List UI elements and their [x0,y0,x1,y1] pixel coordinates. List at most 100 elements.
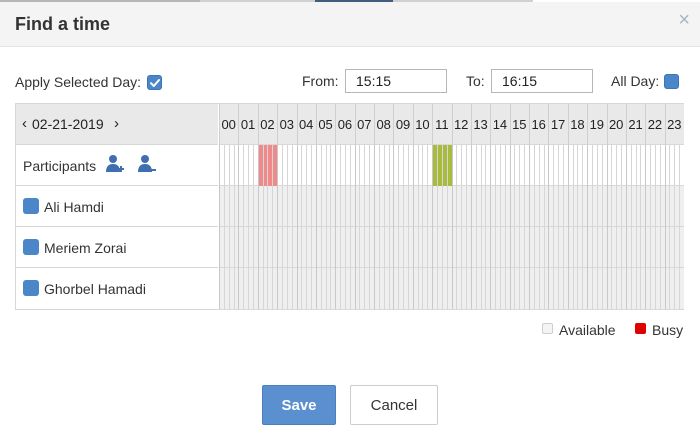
time-slot-divider [572,268,574,309]
apply-selected-day-checkbox[interactable] [147,75,162,90]
time-slot-divider [446,227,448,268]
time-slot-divider [519,145,521,186]
prev-day-button[interactable]: ‹ [22,115,27,132]
time-slot-divider [407,186,409,227]
time-slot-divider [451,145,453,186]
time-slot-divider [499,186,501,227]
time-slot-divider [625,227,627,268]
time-slot-divider [669,186,671,227]
availability-row[interactable] [219,145,684,186]
time-slot-divider [674,145,676,186]
time-slot-divider [577,227,579,268]
time-slot-divider [659,227,661,268]
dialog-title: Find a time [15,14,111,34]
time-slot-divider [349,145,351,186]
dialog-header: Find a time × [0,2,700,47]
time-slot-divider [223,186,225,227]
time-slot-divider [233,227,235,268]
availability-row[interactable] [219,186,684,227]
time-slot-divider [591,145,593,186]
time-slot-divider [533,186,535,227]
time-slot-divider [470,227,472,268]
time-slot-divider [398,145,400,186]
time-slot-divider [558,186,560,227]
time-slot-divider [422,145,424,186]
time-slot-divider [456,145,458,186]
busy-swatch [635,323,646,334]
all-day-checkbox[interactable] [664,74,679,89]
time-slot-divider [262,268,264,309]
time-slot-divider [286,145,288,186]
time-slot-divider [669,227,671,268]
time-slot-divider [529,268,530,309]
from-time-input[interactable] [345,69,447,93]
time-slot-divider [301,145,303,186]
time-slot-divider [669,268,671,309]
participant-color-checkbox[interactable] [23,239,39,255]
time-slot-divider [311,268,313,309]
time-slot-divider [485,186,487,227]
to-time-input[interactable] [491,69,593,93]
time-slot-divider [621,227,623,268]
hour-label: 08 [376,117,391,132]
time-slot-divider [325,268,327,309]
time-slot-divider [291,268,293,309]
time-slot-divider [519,227,521,268]
time-slot-divider [456,268,458,309]
time-slot-divider [650,145,652,186]
available-label: Available [559,322,616,338]
time-slot-divider [616,186,618,227]
hour-label: 16 [531,117,546,132]
time-slot-divider [248,186,250,227]
time-slot-divider [422,227,424,268]
time-slot-divider [344,186,346,227]
participant-color-checkbox[interactable] [23,280,39,296]
time-slot-divider [344,268,346,309]
time-slot-divider [470,145,472,186]
time-slot-divider [441,145,443,186]
time-slot-divider [349,227,351,268]
time-slot-divider [572,186,574,227]
remove-participant-icon[interactable] [137,153,159,175]
time-slot-divider [451,227,453,268]
hour-label: 17 [550,117,566,132]
time-slot-divider [630,186,632,227]
time-slot-divider [645,186,647,227]
time-slot-divider [596,268,598,309]
time-slot-divider [543,227,545,268]
next-day-button[interactable]: › [114,115,119,132]
time-slot-divider [495,268,497,309]
time-slot-divider [335,227,337,268]
time-slot-divider [291,145,293,186]
time-slot-divider [374,186,375,227]
time-slot-divider [427,186,429,227]
time-slot-divider [611,268,613,309]
time-slot-divider [499,268,501,309]
hour-label: 19 [589,117,605,132]
time-slot-divider [306,186,308,227]
time-slot-divider [514,145,516,186]
time-slot-divider [306,145,308,186]
close-icon[interactable]: × [678,10,690,30]
time-slot-divider [582,268,584,309]
availability-row[interactable] [219,227,684,268]
time-slot-divider [219,145,220,186]
time-slot-divider [640,145,642,186]
participant-color-checkbox[interactable] [23,198,39,214]
time-slot-divider [480,186,482,227]
time-slot-divider [369,186,371,227]
time-slot-divider [587,186,589,227]
time-slot-divider [548,268,550,309]
add-participant-icon[interactable] [105,153,127,175]
time-slot-divider [407,268,409,309]
save-button[interactable]: Save [262,385,336,425]
time-slot-divider [470,268,472,309]
time-slot-divider [359,186,361,227]
hour-label: 22 [647,117,663,132]
availability-row[interactable] [219,268,684,309]
time-slot-divider [495,145,497,186]
cancel-button[interactable]: Cancel [350,385,438,425]
time-slot-divider [543,145,545,186]
time-slot-divider [306,227,308,268]
time-slot-divider [369,268,371,309]
